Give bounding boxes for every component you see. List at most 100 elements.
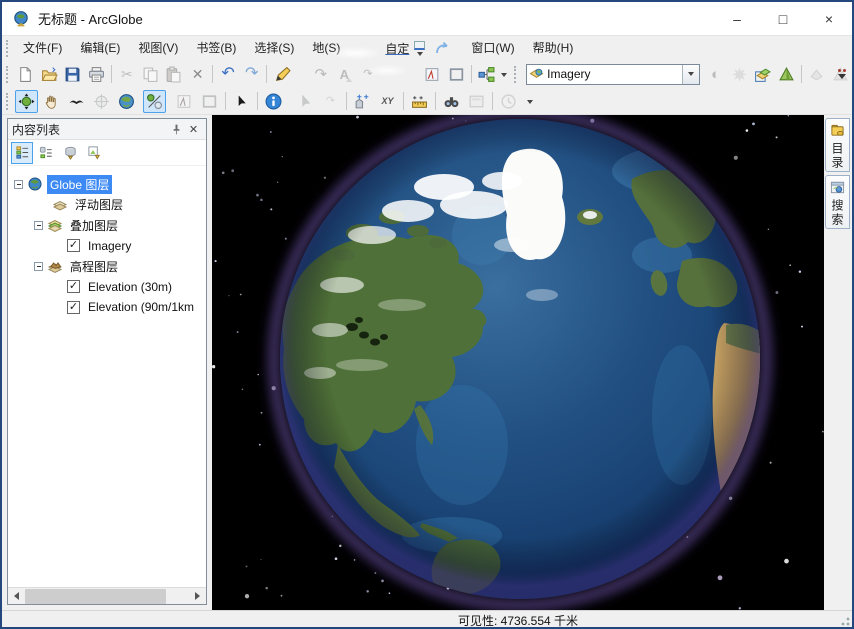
fly-button[interactable]	[65, 90, 88, 113]
swap-base-button[interactable]	[752, 63, 774, 86]
tree-label[interactable]: Imagery	[85, 238, 134, 254]
label-button[interactable]: A	[334, 63, 356, 86]
clear-rotation-button[interactable]: ↷	[319, 90, 342, 113]
collapse-icon[interactable]	[14, 180, 23, 189]
menu-view[interactable]: 视图(V)	[129, 36, 187, 60]
menu-selection[interactable]: 选择(S)	[245, 36, 303, 60]
select-graphics-button[interactable]	[294, 90, 317, 113]
navigate-button[interactable]	[15, 90, 38, 113]
select-features-button[interactable]	[230, 90, 253, 113]
save-button[interactable]	[62, 63, 84, 86]
flat-pyramid-button[interactable]	[806, 63, 828, 86]
find-similar-button[interactable]	[351, 90, 374, 113]
cut-button[interactable]: ✂	[116, 63, 138, 86]
tree-label[interactable]: Elevation (30m)	[85, 279, 175, 295]
standard-toolbar-grip[interactable]	[6, 66, 11, 83]
list-by-visibility-button[interactable]	[59, 142, 81, 164]
collapse-icon[interactable]	[34, 262, 43, 271]
redo-secondary-button[interactable]: ↷	[310, 63, 332, 86]
tree-node-globe-layers[interactable]: Globe 图层	[8, 174, 206, 195]
title-bar[interactable]: 无标题 - ArcGlobe – □ ×	[2, 2, 852, 36]
close-button[interactable]: ×	[806, 2, 852, 36]
catalog-tab[interactable]: 目录	[825, 118, 850, 172]
tree-label[interactable]: Globe 图层	[47, 175, 112, 194]
minimize-button[interactable]: –	[714, 2, 760, 36]
menubar-grip[interactable]	[6, 40, 11, 57]
list-by-source-button[interactable]	[35, 142, 57, 164]
tree-node-elevation-90m[interactable]: ✓ Elevation (90m/1km	[8, 297, 206, 318]
tree-label[interactable]: 叠加图层	[67, 216, 121, 235]
tree-node-imagery[interactable]: ✓ Imagery	[8, 236, 206, 257]
tools-toolbar-grip[interactable]	[6, 93, 11, 110]
layer-combo[interactable]: Imagery	[526, 64, 700, 85]
menu-edit[interactable]: 编辑(E)	[71, 36, 129, 60]
globe-viewport[interactable]	[212, 115, 824, 610]
elevation-30m-checkbox[interactable]: ✓	[67, 280, 80, 293]
toc-close-button[interactable]: ✕	[185, 121, 202, 138]
rotate-view-button[interactable]: ↷	[357, 63, 379, 86]
scroll-left-button[interactable]	[8, 588, 25, 605]
tree-label[interactable]: 高程图层	[67, 257, 121, 276]
full-extent-button[interactable]	[115, 90, 138, 113]
navigation-mode-button[interactable]	[143, 90, 166, 113]
elevation-90m-checkbox[interactable]: ✓	[67, 301, 80, 314]
delete-button[interactable]: ✕	[187, 63, 209, 86]
animation-clock-button[interactable]	[497, 90, 520, 113]
list-by-selection-button[interactable]	[83, 142, 105, 164]
tree-label[interactable]: Elevation (90m/1km	[85, 299, 197, 315]
toolbar-mini-overflow[interactable]	[501, 71, 507, 77]
window-title: 无标题 - ArcGlobe	[38, 9, 143, 28]
standard-toolbar-overflow[interactable]	[834, 62, 849, 86]
layout-window-button[interactable]	[422, 63, 444, 86]
menu-geoprocessing[interactable]: 地(S)	[303, 36, 349, 60]
copy-button[interactable]	[140, 63, 162, 86]
go-to-xy-button[interactable]: XY	[376, 90, 399, 113]
tree-node-floating-layers[interactable]: 浮动图层	[8, 195, 206, 216]
viewer-frame2-button[interactable]	[198, 90, 221, 113]
redo-button[interactable]: ↷	[241, 63, 263, 86]
side-tab-strip: 目录 搜索	[824, 115, 852, 610]
paste-button[interactable]	[163, 63, 185, 86]
toc-pin-button[interactable]	[168, 121, 185, 138]
imagery-checkbox[interactable]: ✓	[67, 239, 80, 252]
menu-help[interactable]: 帮助(H)	[524, 36, 583, 60]
search-tab[interactable]: 搜索	[825, 175, 850, 229]
collapse-icon[interactable]	[34, 221, 43, 230]
tree-node-elevation-layers[interactable]: 高程图层	[8, 256, 206, 277]
tools-toolbar-overflow[interactable]	[527, 98, 533, 104]
modelbuilder-button[interactable]	[476, 63, 498, 86]
contrast-button[interactable]: ◐	[705, 63, 727, 86]
tree-label[interactable]: 浮动图层	[72, 195, 126, 214]
measure-button[interactable]	[408, 90, 431, 113]
list-by-drawing-order-button[interactable]	[11, 142, 33, 164]
pan-button[interactable]	[40, 90, 63, 113]
undo-button[interactable]: ↶	[217, 63, 239, 86]
toc-horizontal-scrollbar[interactable]	[8, 587, 206, 604]
maximize-button[interactable]: □	[760, 2, 806, 36]
layer-combo-dropdown[interactable]	[682, 65, 699, 84]
create-viewer-button[interactable]	[173, 90, 196, 113]
viewer-frame-button[interactable]	[445, 63, 467, 86]
scrollbar-thumb[interactable]	[25, 589, 166, 604]
new-document-button[interactable]	[15, 63, 37, 86]
layer-toolbar-grip[interactable]	[514, 66, 519, 83]
find-button[interactable]	[440, 90, 463, 113]
open-button[interactable]	[38, 63, 60, 86]
print-button[interactable]	[86, 63, 108, 86]
menu-bookmarks[interactable]: 书签(B)	[187, 36, 245, 60]
tree-node-elevation-30m[interactable]: ✓ Elevation (30m)	[8, 277, 206, 298]
tree-node-draped-layers[interactable]: 叠加图层	[8, 215, 206, 236]
sun-shading-button[interactable]	[728, 63, 750, 86]
scroll-right-button[interactable]	[189, 588, 206, 605]
customize-dropdown-button[interactable]	[414, 41, 425, 56]
html-popup-button[interactable]	[465, 90, 488, 113]
menu-window[interactable]: 窗口(W)	[462, 36, 523, 60]
base-heights-button[interactable]	[775, 63, 797, 86]
menu-file[interactable]: 文件(F)	[14, 36, 71, 60]
menu-customize-partial[interactable]: 自定	[383, 40, 411, 57]
center-target-button[interactable]	[90, 90, 113, 113]
resize-grip[interactable]	[838, 614, 850, 626]
scrollbar-track[interactable]	[25, 588, 189, 605]
sketch-pen-button[interactable]	[271, 63, 293, 86]
identify-button[interactable]	[262, 90, 285, 113]
